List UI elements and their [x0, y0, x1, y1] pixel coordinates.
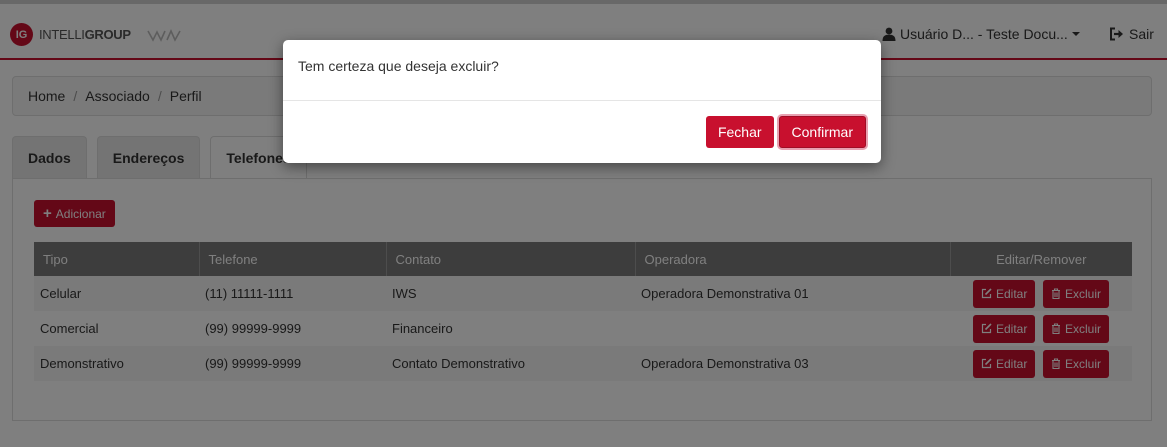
close-button[interactable]: Fechar	[705, 116, 774, 148]
dialog-message: Tem certeza que deseja excluir?	[283, 40, 881, 101]
dialog-footer: Fechar Confirmar	[701, 116, 866, 148]
confirm-delete-dialog: Tem certeza que deseja excluir? Fechar C…	[283, 40, 881, 163]
confirm-button[interactable]: Confirmar	[778, 116, 866, 148]
